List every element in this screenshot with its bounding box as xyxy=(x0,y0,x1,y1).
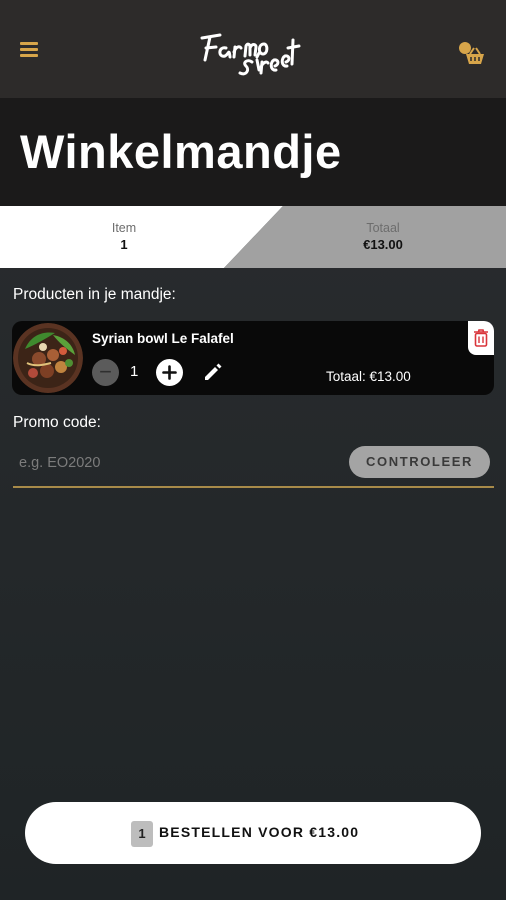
promo-input-underline xyxy=(13,486,494,488)
delete-item-button[interactable] xyxy=(468,321,494,355)
order-item-count-badge: 1 xyxy=(131,821,153,847)
product-name: Syrian bowl Le Falafel xyxy=(92,331,234,346)
pencil-icon[interactable] xyxy=(202,361,224,383)
promo-code-label: Promo code: xyxy=(13,414,101,431)
decrease-quantity-button[interactable]: − xyxy=(92,359,119,386)
basket-icon[interactable] xyxy=(456,40,486,66)
summary-total-label: Totaal xyxy=(366,221,400,235)
promo-code-input[interactable] xyxy=(13,446,343,480)
brand-logo xyxy=(200,33,301,76)
page-header: Winkelmandje xyxy=(0,98,506,206)
menu-icon[interactable] xyxy=(20,42,38,58)
increase-quantity-button[interactable] xyxy=(156,359,183,386)
minus-icon: − xyxy=(99,359,112,384)
check-promo-button[interactable]: CONTROLEER xyxy=(349,446,490,478)
summary-item-value: 1 xyxy=(120,237,128,252)
trash-icon xyxy=(474,329,488,347)
summary-item-count: Item 1 xyxy=(74,220,174,254)
summary-total-value: €13.00 xyxy=(363,237,403,252)
place-order-button[interactable]: 1 BESTELLEN VOOR €13.00 xyxy=(25,802,481,864)
quantity-value: 1 xyxy=(130,363,139,380)
plus-icon xyxy=(162,365,177,380)
cart-item-card: Syrian bowl Le Falafel − 1 Totaal: €13.0… xyxy=(12,321,494,395)
cart-summary: Item 1 Totaal €13.00 xyxy=(0,206,506,268)
products-section-label: Producten in je mandje: xyxy=(13,286,176,303)
top-app-bar xyxy=(0,0,506,98)
place-order-label: BESTELLEN VOOR €13.00 xyxy=(159,824,360,840)
page-title: Winkelmandje xyxy=(20,125,342,178)
product-image xyxy=(13,323,83,393)
product-total: Totaal: €13.00 xyxy=(326,369,411,384)
summary-item-label: Item xyxy=(111,221,137,235)
summary-total: Totaal €13.00 xyxy=(332,220,434,254)
